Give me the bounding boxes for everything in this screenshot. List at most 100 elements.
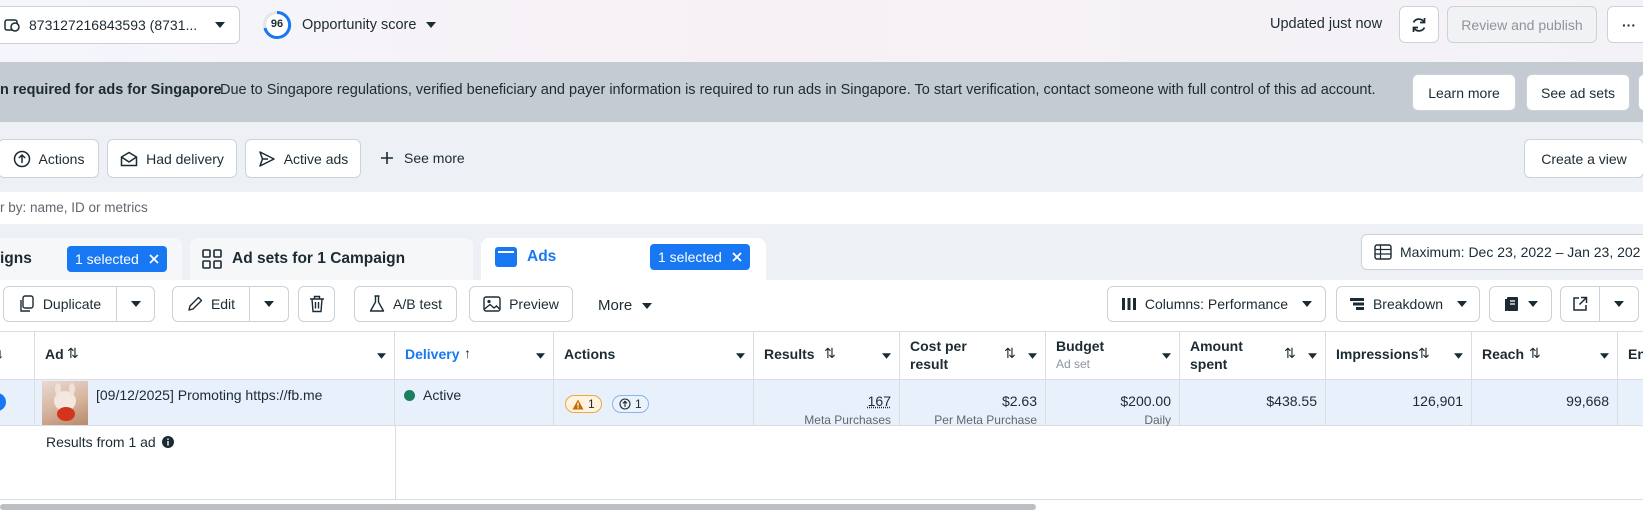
banner-extra-button[interactable]: [1638, 74, 1643, 111]
chevron-down-icon[interactable]: [1454, 353, 1463, 359]
export-button[interactable]: [1560, 286, 1600, 322]
ad-name-cell: [09/12/2025] Promoting https://fb.me: [35, 380, 395, 426]
learn-more-button[interactable]: Learn more: [1412, 74, 1516, 111]
chevron-down-icon: [642, 302, 653, 309]
level-tabs: igns 1 selected Ad sets for 1 Campaign A…: [0, 224, 1643, 280]
column-header-amount-spent[interactable]: Amount spent ⇅: [1180, 332, 1326, 380]
arrow-up-circle-icon: [13, 150, 30, 167]
edit-dropdown-button[interactable]: [249, 286, 289, 322]
chevron-down-icon: [215, 22, 226, 28]
row-toggle[interactable]: [0, 393, 6, 411]
preview-button[interactable]: Preview: [469, 286, 573, 322]
tab-ads[interactable]: Ads 1 selected: [481, 238, 766, 280]
report-icon: [1504, 297, 1518, 311]
campaigns-selected-badge[interactable]: 1 selected: [67, 246, 167, 272]
delete-button[interactable]: [298, 286, 335, 322]
column-select[interactable]: ↓: [0, 332, 35, 380]
sort-ascending-icon[interactable]: ↑: [464, 345, 471, 361]
issue-badge[interactable]: 1: [612, 395, 649, 413]
chevron-down-icon[interactable]: [377, 353, 386, 359]
column-header-budget[interactable]: Budget Ad set: [1046, 332, 1180, 380]
review-publish-button[interactable]: Review and publish: [1447, 6, 1597, 43]
ads-icon: [495, 247, 517, 267]
results-value[interactable]: 167: [868, 393, 891, 409]
chevron-down-icon[interactable]: [1162, 353, 1171, 359]
reports-button[interactable]: [1489, 286, 1552, 322]
filter-actions-button[interactable]: Actions: [0, 139, 99, 178]
sort-icon[interactable]: ⇅: [67, 345, 79, 362]
cost-per-result-line-1: Cost per: [910, 338, 967, 354]
column-header-results-label: Results: [764, 346, 815, 362]
row-toggle-cell: [0, 380, 35, 426]
filter-active-ads-button[interactable]: Active ads: [245, 139, 361, 178]
breakdown-button[interactable]: Breakdown: [1336, 286, 1480, 322]
column-header-delivery[interactable]: Delivery ↑: [395, 332, 554, 380]
warning-count: 1: [588, 397, 595, 411]
ad-name-link[interactable]: [09/12/2025] Promoting https://fb.me: [96, 387, 322, 403]
table-icon: [1374, 244, 1392, 260]
column-header-next[interactable]: En: [1618, 332, 1643, 380]
close-icon[interactable]: [149, 254, 159, 264]
toolbar: Duplicate Edit A/B test Preview More Col…: [0, 280, 1643, 332]
columns-button[interactable]: Columns: Performance: [1107, 286, 1326, 322]
info-icon[interactable]: [161, 436, 174, 448]
edit-button[interactable]: Edit: [172, 286, 250, 322]
chevron-down-icon[interactable]: [882, 353, 891, 359]
summary-label: Results from 1 ad: [46, 434, 156, 450]
scrollbar-thumb[interactable]: [0, 504, 1036, 510]
sort-icon[interactable]: ⇅: [1004, 345, 1016, 362]
reach-value: 99,668: [1566, 393, 1609, 409]
more-label: More: [598, 297, 633, 314]
duplicate-dropdown-button[interactable]: [116, 286, 155, 322]
pencil-icon: [188, 296, 203, 311]
chevron-down-icon[interactable]: [536, 353, 545, 359]
sort-icon[interactable]: ⇅: [1284, 345, 1296, 362]
chevron-down-icon: [1302, 301, 1313, 307]
warning-badge[interactable]: 1: [565, 395, 602, 413]
export-dropdown-button[interactable]: [1599, 286, 1639, 322]
see-ad-sets-button[interactable]: See ad sets: [1526, 74, 1630, 111]
sort-icon[interactable]: ↓: [0, 345, 4, 361]
ad-thumbnail[interactable]: [42, 381, 88, 425]
sort-icon[interactable]: ⇅: [824, 345, 836, 362]
see-more-button[interactable]: See more: [380, 150, 465, 166]
opportunity-score-label: Opportunity score: [302, 17, 417, 33]
tab-campaigns[interactable]: igns 1 selected: [0, 238, 182, 280]
create-view-button[interactable]: Create a view: [1524, 139, 1643, 178]
column-header-results[interactable]: Results ⇅: [754, 332, 900, 380]
column-header-ad-label: Ad: [45, 346, 64, 362]
chevron-down-icon[interactable]: [1308, 353, 1317, 359]
duplicate-button[interactable]: Duplicate: [3, 286, 117, 322]
more-button[interactable]: More: [598, 297, 653, 314]
column-header-impressions[interactable]: Impressions ⇅: [1326, 332, 1472, 380]
more-options-button[interactable]: ···: [1607, 6, 1643, 43]
table-row[interactable]: [09/12/2025] Promoting https://fb.me Act…: [0, 380, 1643, 427]
chevron-down-icon: [264, 301, 274, 307]
ads-selected-badge[interactable]: 1 selected: [650, 244, 750, 270]
column-header-cost-per-result[interactable]: Cost per result ⇅: [900, 332, 1046, 380]
chevron-down-icon[interactable]: [1600, 353, 1609, 359]
column-header-reach[interactable]: Reach ⇅: [1472, 332, 1618, 380]
account-icon: [3, 16, 21, 34]
search-row[interactable]: r by: name, ID or metrics: [0, 192, 1643, 224]
sort-icon[interactable]: ⇅: [1529, 345, 1541, 362]
filter-had-delivery-button[interactable]: Had delivery: [107, 139, 237, 178]
refresh-button[interactable]: [1399, 6, 1439, 43]
sort-icon[interactable]: ⇅: [1418, 345, 1430, 362]
column-header-ad[interactable]: Ad ⇅: [35, 332, 395, 380]
column-header-actions[interactable]: Actions: [554, 332, 754, 380]
date-range-button[interactable]: Maximum: Dec 23, 2022 – Jan 23, 202: [1361, 234, 1643, 270]
horizontal-scrollbar[interactable]: [0, 503, 1643, 511]
close-icon[interactable]: [732, 252, 742, 262]
search-input[interactable]: r by: name, ID or metrics: [0, 200, 148, 215]
tab-ad-sets-label: Ad sets for 1 Campaign: [232, 250, 406, 267]
chevron-down-icon[interactable]: [736, 353, 745, 359]
opportunity-score[interactable]: 96 Opportunity score: [262, 10, 437, 40]
chevron-down-icon[interactable]: [1028, 353, 1037, 359]
refresh-icon: [1412, 17, 1426, 32]
chevron-down-icon: [1457, 301, 1468, 307]
tab-ad-sets[interactable]: Ad sets for 1 Campaign: [190, 238, 473, 280]
budget-value: $200.00: [1120, 393, 1171, 409]
account-selector[interactable]: 873127216843593 (8731...: [0, 6, 240, 44]
ab-test-button[interactable]: A/B test: [354, 286, 457, 322]
